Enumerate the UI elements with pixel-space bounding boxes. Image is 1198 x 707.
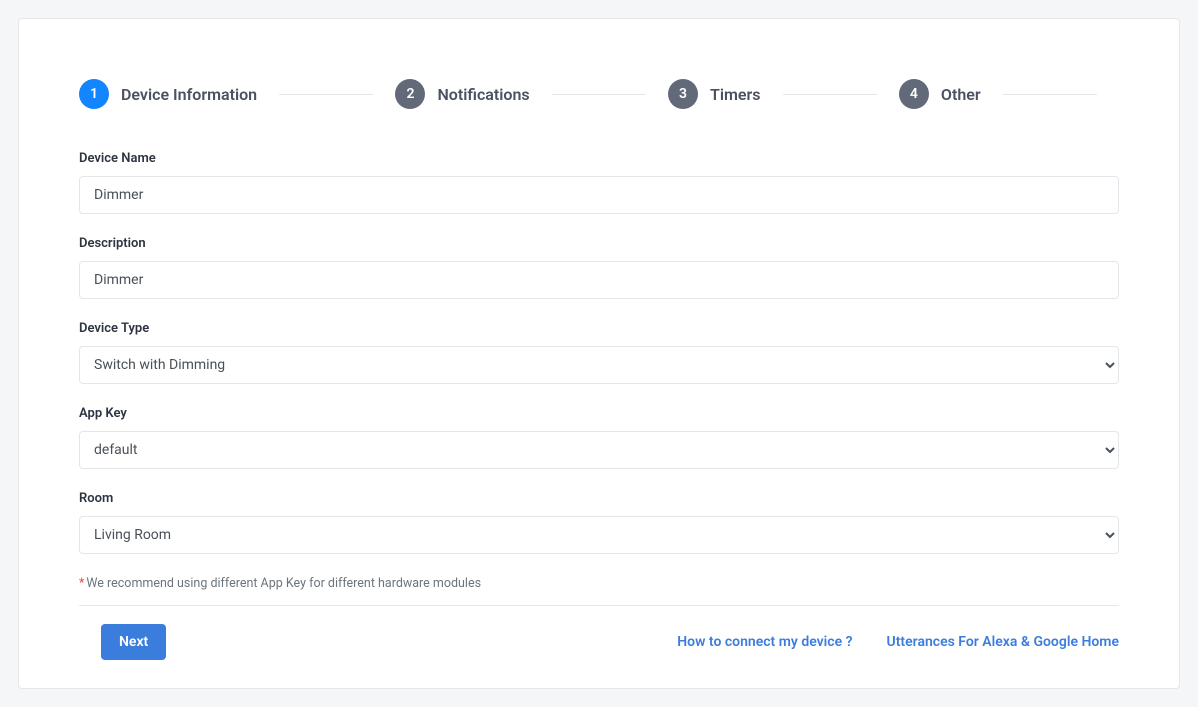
step-number-2: 2 (395, 79, 425, 109)
room-select[interactable]: Living Room (79, 516, 1119, 554)
description-input[interactable] (79, 261, 1119, 299)
step-label-3: Timers (710, 85, 760, 104)
step-label-1: Device Information (121, 85, 257, 104)
footer-links: How to connect my device ? Utterances Fo… (677, 634, 1119, 650)
app-key-select[interactable]: default (79, 431, 1119, 469)
step-number-1: 1 (79, 79, 109, 109)
step-divider (1003, 94, 1097, 95)
device-name-input[interactable] (79, 176, 1119, 214)
step-number-4: 4 (899, 79, 929, 109)
form-group-description: Description (79, 236, 1119, 299)
step-divider (552, 94, 646, 95)
step-divider (783, 94, 877, 95)
step-other[interactable]: 4 Other (899, 79, 981, 109)
device-type-select[interactable]: Switch with Dimming (79, 346, 1119, 384)
footer-row: Next How to connect my device ? Utteranc… (79, 624, 1119, 660)
step-label-2: Notifications (437, 85, 529, 104)
wizard-card: 1 Device Information 2 Notifications 3 T… (18, 18, 1180, 689)
asterisk-icon: * (79, 576, 84, 591)
description-label: Description (79, 236, 1119, 251)
step-timers[interactable]: 3 Timers (668, 79, 760, 109)
step-number-3: 3 (668, 79, 698, 109)
step-divider (279, 94, 373, 95)
form-group-device-name: Device Name (79, 151, 1119, 214)
form-group-room: Room Living Room (79, 491, 1119, 554)
stepper: 1 Device Information 2 Notifications 3 T… (79, 79, 1119, 109)
app-key-label: App Key (79, 406, 1119, 421)
device-name-label: Device Name (79, 151, 1119, 166)
room-label: Room (79, 491, 1119, 506)
step-device-information[interactable]: 1 Device Information (79, 79, 257, 109)
next-button[interactable]: Next (101, 624, 166, 660)
device-type-label: Device Type (79, 321, 1119, 336)
step-label-4: Other (941, 85, 981, 104)
how-to-connect-link[interactable]: How to connect my device ? (677, 634, 852, 650)
form-group-device-type: Device Type Switch with Dimming (79, 321, 1119, 384)
step-notifications[interactable]: 2 Notifications (395, 79, 529, 109)
form-group-app-key: App Key default (79, 406, 1119, 469)
utterances-link[interactable]: Utterances For Alexa & Google Home (887, 634, 1119, 650)
hint-message: We recommend using different App Key for… (86, 576, 481, 591)
app-key-hint: *We recommend using different App Key fo… (79, 576, 1119, 606)
